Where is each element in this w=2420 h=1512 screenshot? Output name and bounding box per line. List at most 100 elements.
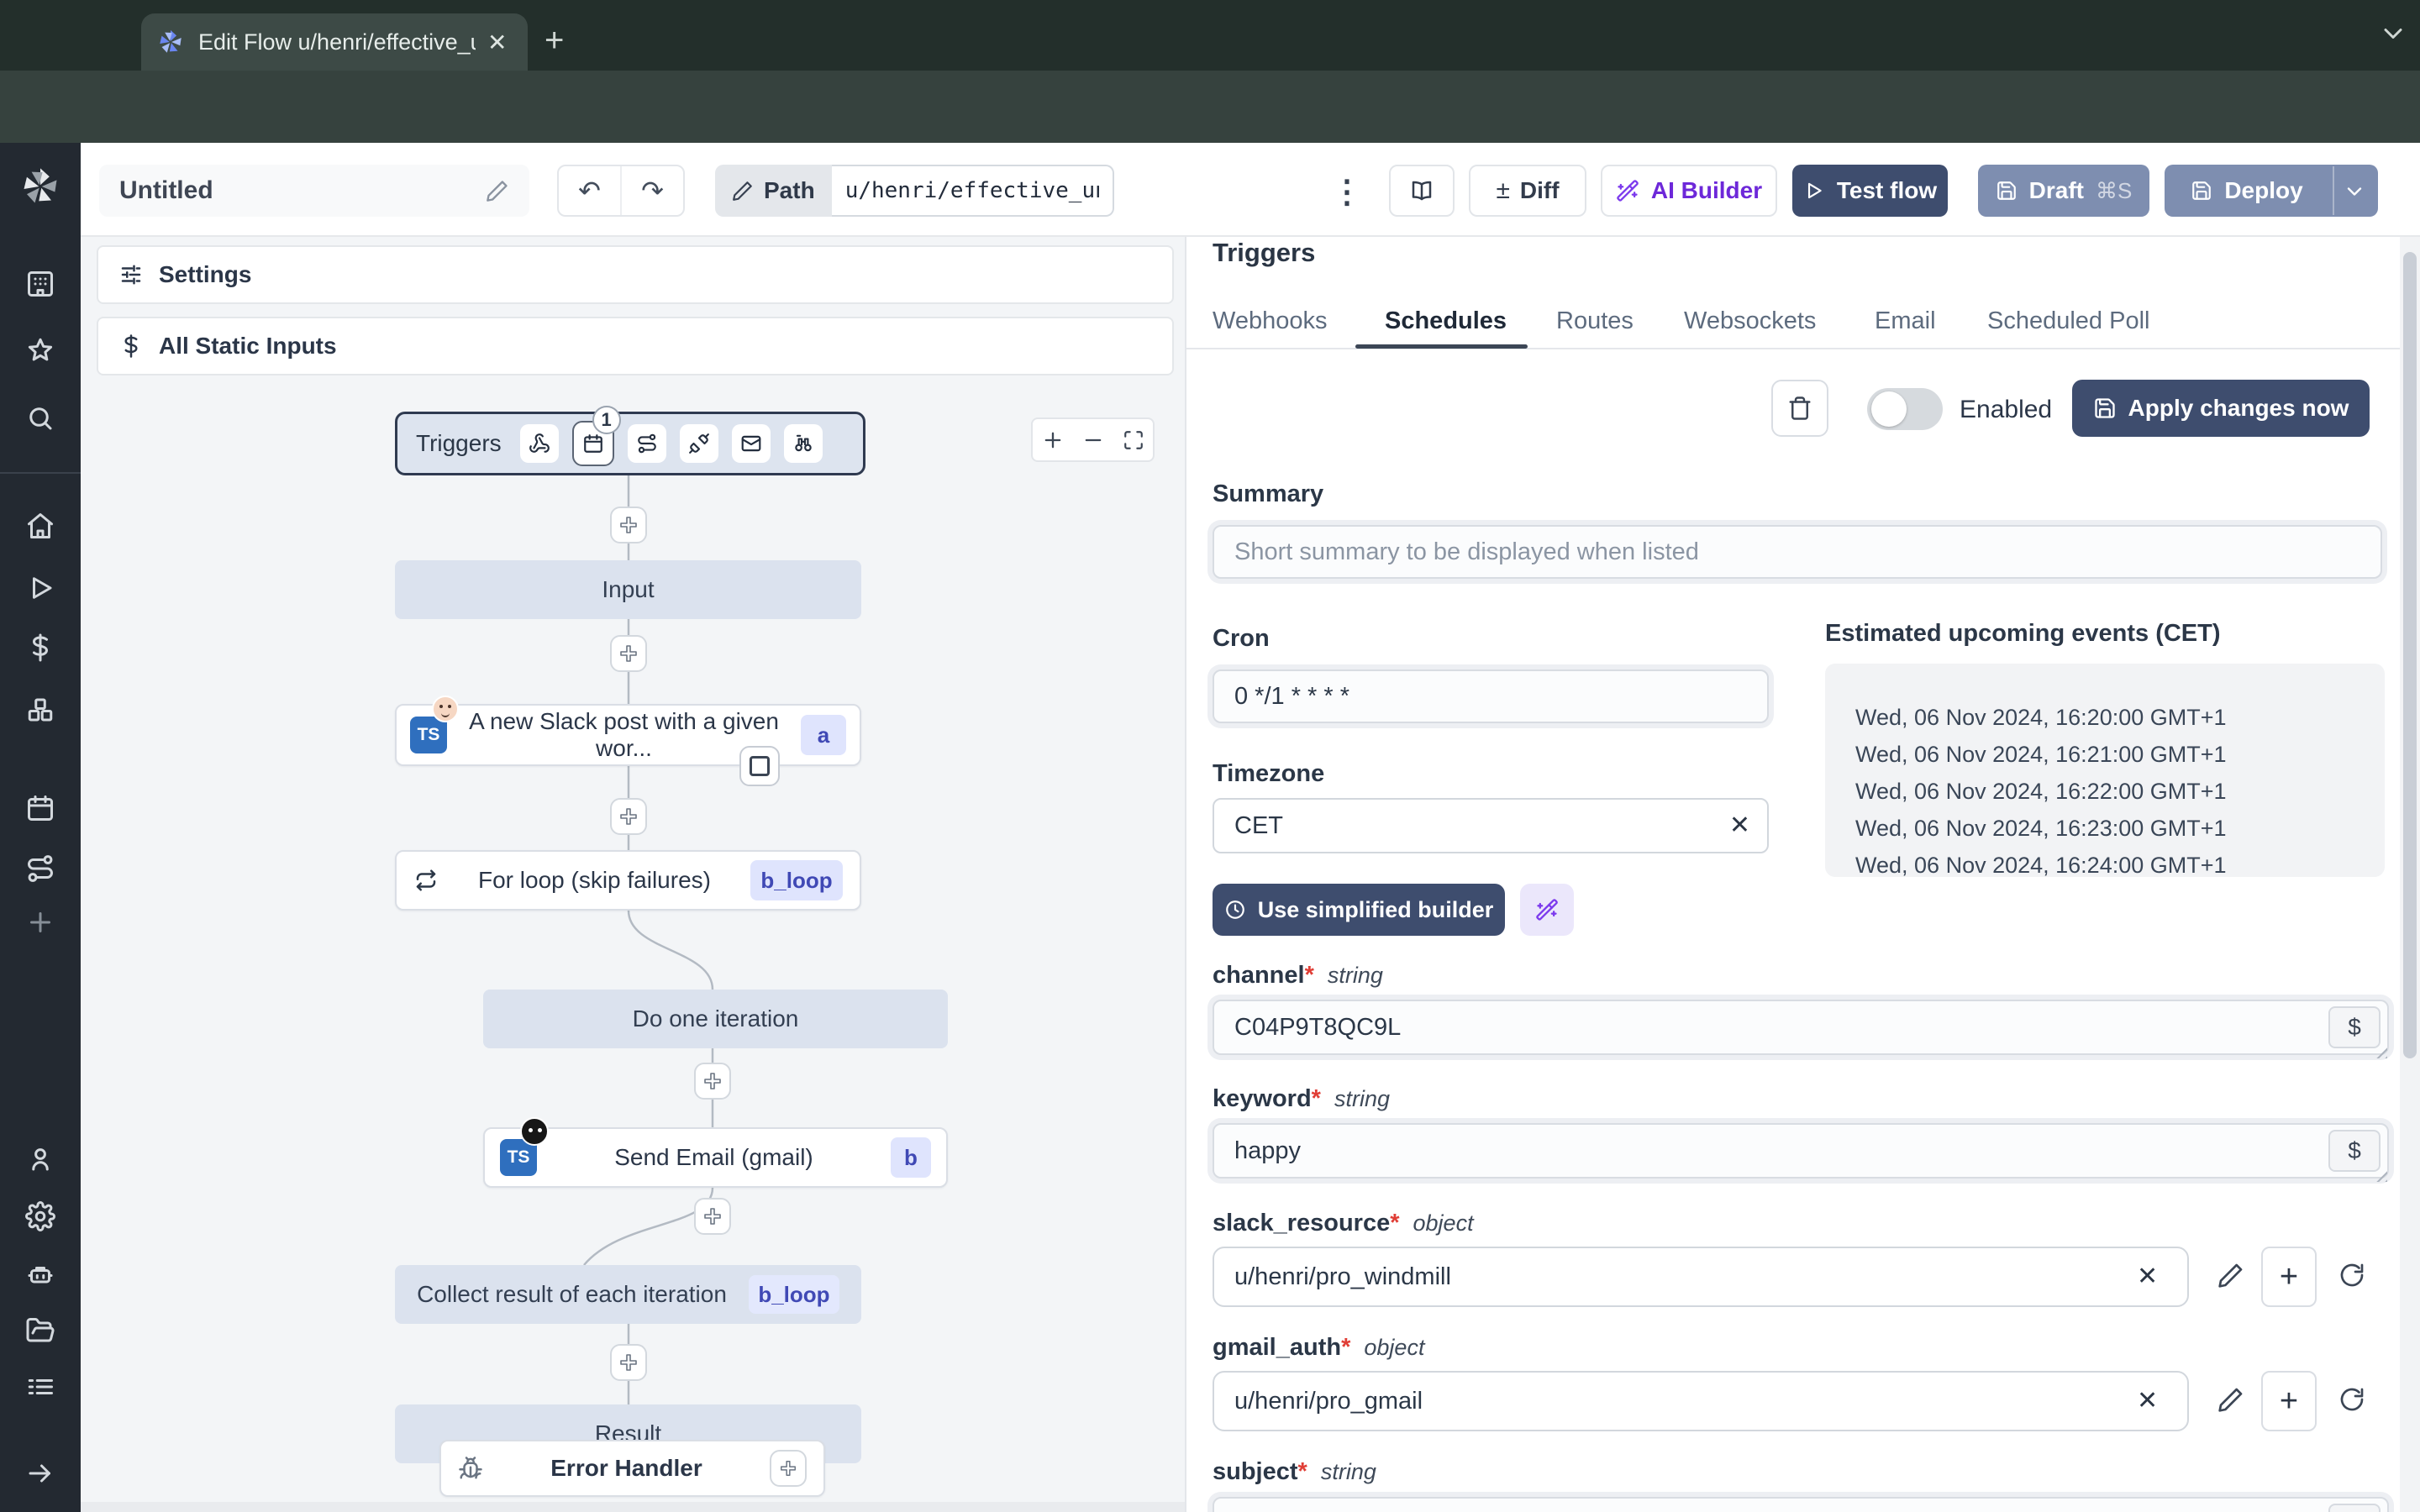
browser-tab[interactable]: Edit Flow u/henri/effective_un ✕: [141, 13, 528, 71]
flow-iteration-node[interactable]: Do one iteration: [483, 990, 948, 1048]
workers-robot-icon[interactable]: [25, 1259, 55, 1289]
flow-title-box[interactable]: Untitled: [99, 165, 529, 217]
panel-scrollbar-thumb[interactable]: [2403, 252, 2417, 1058]
tab-close-icon[interactable]: ✕: [487, 29, 507, 56]
schedule-trigger-icon[interactable]: 1: [571, 406, 621, 466]
zoom-in-icon[interactable]: [1041, 428, 1065, 452]
enabled-toggle[interactable]: [1867, 388, 1943, 430]
delete-schedule-button[interactable]: [1771, 380, 1828, 437]
event-item: Wed, 06 Nov 2024, 16:22:00 GMT+1: [1855, 779, 2227, 804]
add-resource-button[interactable]: +: [2261, 1247, 2317, 1307]
settings-gear-icon[interactable]: [25, 1201, 55, 1231]
scheduled-poll-trigger-icon[interactable]: [783, 424, 823, 463]
early-stop-button[interactable]: [739, 746, 780, 786]
tab-webhooks[interactable]: Webhooks: [1213, 307, 1328, 336]
tab-scheduled-poll[interactable]: Scheduled Poll: [1987, 307, 2149, 336]
tab-search-chevron-icon[interactable]: [2378, 18, 2408, 49]
simplified-builder-button[interactable]: Use simplified builder: [1213, 884, 1505, 936]
email-trigger-icon[interactable]: [731, 424, 771, 463]
ai-builder-button[interactable]: AI Builder: [1601, 165, 1777, 217]
favorites-star-icon[interactable]: [25, 335, 55, 365]
flow-step-slack[interactable]: TS A new Slack post with a given wor... …: [395, 696, 861, 766]
variables-icon[interactable]: [25, 633, 55, 663]
route-trigger-icon[interactable]: [627, 424, 666, 463]
test-flow-button[interactable]: Test flow: [1792, 165, 1948, 217]
flow-triggers-node[interactable]: Triggers 1: [395, 406, 865, 475]
logs-list-icon[interactable]: [25, 1372, 55, 1402]
tab-email[interactable]: Email: [1875, 307, 1936, 336]
webhook-trigger-icon[interactable]: [519, 424, 559, 463]
error-handler-node[interactable]: Error Handler: [439, 1440, 825, 1497]
path-button[interactable]: Path: [715, 165, 832, 217]
fit-view-icon[interactable]: [1123, 429, 1144, 451]
refresh-resource-icon[interactable]: [2338, 1262, 2365, 1289]
draft-button[interactable]: Draft ⌘S: [1978, 165, 2149, 217]
diff-plus-minus-icon: ±: [1496, 176, 1510, 204]
insert-variable-button[interactable]: $: [2328, 1504, 2381, 1512]
tab-routes[interactable]: Routes: [1556, 307, 1634, 336]
cron-input[interactable]: [1213, 669, 1769, 723]
add-resource-button[interactable]: +: [2261, 1371, 2317, 1431]
websocket-trigger-icon[interactable]: [679, 424, 718, 463]
channel-input[interactable]: [1213, 1000, 2389, 1055]
slack-resource-input[interactable]: [1213, 1247, 2189, 1307]
expand-sidebar-icon[interactable]: [25, 1458, 55, 1488]
all-static-inputs-row[interactable]: All Static Inputs: [97, 317, 1174, 375]
diff-button[interactable]: ± Diff: [1469, 165, 1586, 217]
flow-input-node[interactable]: Input: [395, 560, 861, 619]
runs-icon[interactable]: [25, 573, 55, 603]
clear-resource-icon[interactable]: ✕: [2137, 1386, 2158, 1415]
routes-icon[interactable]: [25, 853, 55, 884]
user-icon[interactable]: [25, 1144, 55, 1174]
edit-title-pencil-icon[interactable]: [486, 179, 509, 202]
undo-button[interactable]: ↶: [559, 175, 620, 207]
add-step-button[interactable]: [694, 1063, 731, 1100]
redo-button[interactable]: ↷: [622, 175, 683, 207]
summary-input[interactable]: [1213, 525, 2382, 579]
search-icon[interactable]: [25, 403, 55, 433]
path-input[interactable]: [831, 165, 1114, 217]
keyword-input[interactable]: [1213, 1123, 2389, 1179]
deploy-chevron-icon[interactable]: [2343, 180, 2366, 203]
refresh-resource-icon[interactable]: [2338, 1386, 2365, 1413]
windmill-logo[interactable]: [18, 165, 62, 208]
timezone-input[interactable]: [1213, 798, 1769, 853]
deploy-button[interactable]: Deploy: [2165, 165, 2378, 217]
clear-timezone-icon[interactable]: ✕: [1729, 811, 1750, 840]
add-menu-icon[interactable]: [25, 907, 55, 937]
gmail-auth-input[interactable]: [1213, 1371, 2189, 1431]
add-step-button[interactable]: [694, 1198, 731, 1235]
ai-cron-wand-button[interactable]: [1520, 884, 1574, 936]
resources-icon[interactable]: [25, 695, 55, 725]
flow-collect-node[interactable]: Collect result of each iteration b_loop: [395, 1265, 861, 1324]
folders-icon[interactable]: [25, 1315, 55, 1346]
more-options-kebab-icon[interactable]: ⋮: [1331, 173, 1363, 211]
insert-variable-button[interactable]: $: [2328, 1006, 2381, 1048]
add-error-handler-button[interactable]: [770, 1450, 807, 1487]
zoom-out-icon[interactable]: [1081, 428, 1105, 452]
edit-resource-pencil-icon[interactable]: [2217, 1386, 2244, 1413]
clear-resource-icon[interactable]: ✕: [2137, 1262, 2158, 1291]
settings-row[interactable]: Settings: [97, 245, 1174, 304]
tab-websockets[interactable]: Websockets: [1684, 307, 1816, 336]
add-step-button[interactable]: [610, 635, 647, 672]
tab-schedules[interactable]: Schedules: [1385, 307, 1507, 336]
new-tab-button[interactable]: +: [544, 24, 564, 57]
flow-step-email[interactable]: TS Send Email (gmail) b: [483, 1117, 948, 1188]
insert-variable-button[interactable]: $: [2328, 1130, 2381, 1172]
home-icon[interactable]: [25, 511, 55, 541]
cron-label: Cron: [1213, 625, 1270, 652]
add-step-button[interactable]: [610, 507, 647, 543]
schedules-icon[interactable]: [25, 793, 55, 823]
apply-changes-button[interactable]: Apply changes now: [2072, 380, 2370, 437]
field-name: subject: [1213, 1458, 1298, 1485]
docs-book-button[interactable]: [1389, 165, 1455, 217]
flow-step-forloop[interactable]: For loop (skip failures) b_loop: [395, 850, 861, 911]
workspace-icon[interactable]: [25, 269, 55, 299]
add-step-button[interactable]: [610, 798, 647, 835]
app-sidebar: [0, 143, 81, 1512]
edit-resource-pencil-icon[interactable]: [2217, 1262, 2244, 1289]
forloop-step-label: For loop (skip failures): [478, 867, 711, 893]
add-step-button[interactable]: [610, 1344, 647, 1381]
subject-input[interactable]: [1213, 1497, 2389, 1512]
